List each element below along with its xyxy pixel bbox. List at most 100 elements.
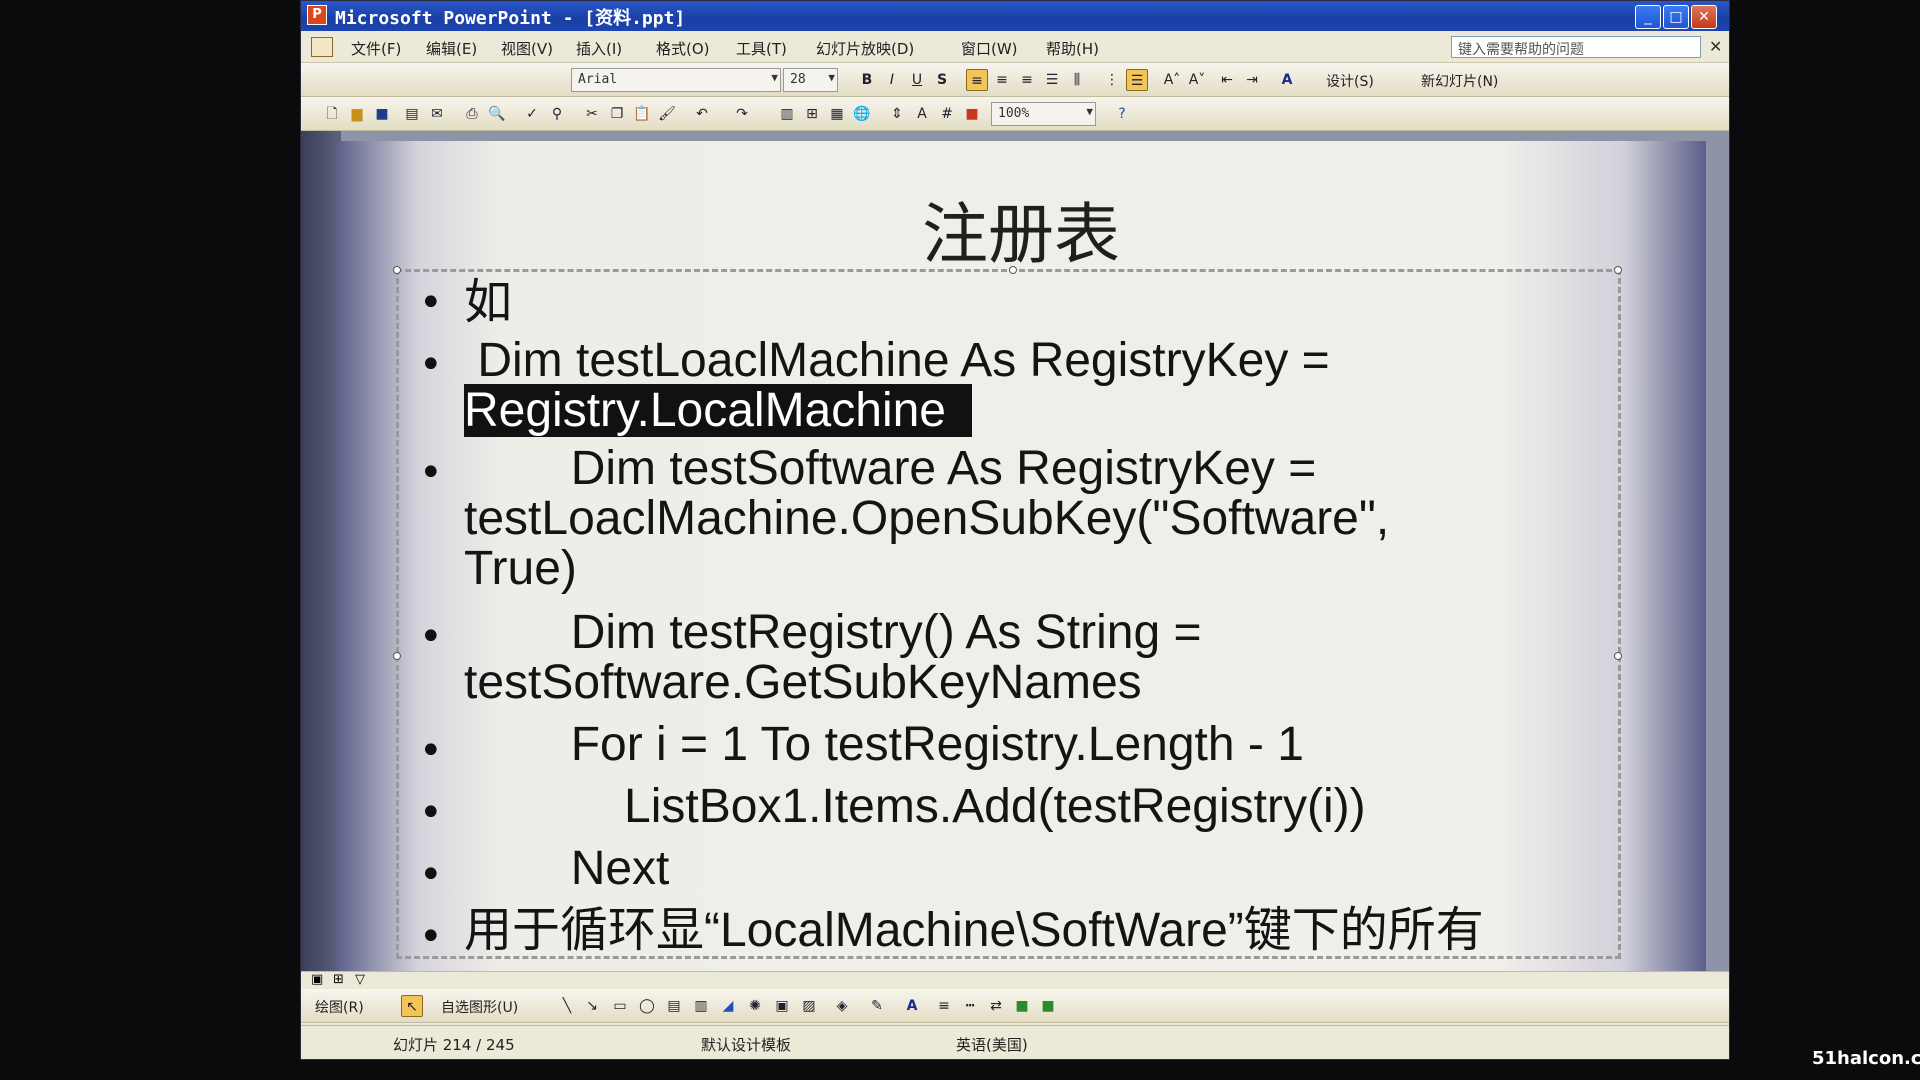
diagram-icon[interactable]: ✺ <box>744 995 766 1017</box>
print-icon[interactable]: ⎙ <box>461 103 483 125</box>
grid-icon[interactable]: # <box>936 103 958 125</box>
design-button[interactable]: 设计(S) <box>1326 71 1374 91</box>
draw-menu-button[interactable]: 绘图(R) <box>315 997 364 1017</box>
hyperlink-icon[interactable]: 🌐 <box>851 103 873 125</box>
zoom-combo[interactable]: 100% ▼ <box>991 102 1096 126</box>
title-bar[interactable]: P Microsoft PowerPoint - [资料.ppt] _ □ ✕ <box>301 1 1729 31</box>
expand-all-icon[interactable]: ⇕ <box>886 103 908 125</box>
shadow-button[interactable]: S <box>931 69 953 91</box>
textbox-icon[interactable]: ▤ <box>663 995 685 1017</box>
email-icon[interactable]: ✉ <box>426 103 448 125</box>
underline-button[interactable]: U <box>906 69 928 91</box>
italic-button[interactable]: I <box>881 69 903 91</box>
arrow-style-icon[interactable]: ⇄ <box>985 995 1007 1017</box>
body-placeholder[interactable]: • 如 • Dim testLoaclMachine As RegistryKe… <box>393 266 1622 960</box>
menu-edit[interactable]: 编辑(E) <box>426 38 477 59</box>
sorter-view-icon[interactable]: ⊞ <box>333 972 344 987</box>
line-icon[interactable]: ╲ <box>556 995 578 1017</box>
close-button[interactable]: ✕ <box>1691 5 1717 29</box>
slide-line[interactable]: Dim testLoaclMachine As RegistryKey = <box>464 336 1329 385</box>
menu-insert[interactable]: 插入(I) <box>576 38 622 59</box>
menu-tools[interactable]: 工具(T) <box>736 38 787 59</box>
slide-line[interactable]: ListBox1.Items.Add(testRegistry(i)) <box>464 782 1366 831</box>
draw-font-color-icon[interactable]: A <box>901 995 923 1017</box>
slide-title[interactable]: 注册表 <box>336 181 1706 277</box>
slide-line[interactable]: testLoaclMachine.OpenSubKey("Software", <box>464 494 1389 543</box>
dash-style-icon[interactable]: ┅ <box>959 995 981 1017</box>
select-arrow-icon[interactable]: ↖ <box>401 995 423 1017</box>
font-name-combo[interactable]: Arial ▼ <box>571 68 781 92</box>
print-preview-icon[interactable]: 🔍 <box>486 103 508 125</box>
slideshow-view-icon[interactable]: ▽ <box>355 972 365 987</box>
font-color-icon[interactable]: A <box>1276 69 1298 91</box>
align-center-icon[interactable]: ≡ <box>991 69 1013 91</box>
align-left-icon[interactable]: ≡ <box>966 69 988 91</box>
slide-line[interactable]: Next <box>464 844 670 893</box>
insert-table-icon[interactable]: ⊞ <box>801 103 823 125</box>
menu-view[interactable]: 视图(V) <box>501 38 553 59</box>
slide-line[interactable]: testSoftware.GetSubKeyNames <box>464 658 1142 707</box>
maximize-button[interactable]: □ <box>1663 5 1689 29</box>
line-color-icon[interactable]: ✎ <box>866 995 888 1017</box>
bullets-icon[interactable]: ☰ <box>1126 69 1148 91</box>
bold-button[interactable]: B <box>856 69 878 91</box>
arrow-icon[interactable]: ↘ <box>581 995 603 1017</box>
menu-slideshow[interactable]: 幻灯片放映(D) <box>816 38 914 59</box>
slide-line[interactable]: True) <box>464 544 577 593</box>
resize-handle[interactable] <box>1614 266 1622 274</box>
cut-icon[interactable]: ✂ <box>581 103 603 125</box>
save-icon[interactable]: ■ <box>371 103 393 125</box>
insert-chart-icon[interactable]: ▥ <box>776 103 798 125</box>
color-grayscale-icon[interactable]: ■ <box>961 103 983 125</box>
resize-handle[interactable] <box>1614 652 1622 660</box>
new-slide-button[interactable]: 新幻灯片(N) <box>1421 71 1498 91</box>
increase-indent-icon[interactable]: ⇥ <box>1241 69 1263 91</box>
spelling-icon[interactable]: ✓ <box>521 103 543 125</box>
clipart-icon[interactable]: ▣ <box>771 995 793 1017</box>
copy-icon[interactable]: ❐ <box>606 103 628 125</box>
resize-handle[interactable] <box>393 652 401 660</box>
wordart-icon[interactable]: ◢ <box>717 995 739 1017</box>
permission-icon[interactable]: ▤ <box>401 103 423 125</box>
document-icon[interactable] <box>311 37 333 57</box>
picture-icon[interactable]: ▨ <box>798 995 820 1017</box>
paste-icon[interactable]: 📋 <box>631 103 653 125</box>
3d-style-icon[interactable]: ■ <box>1037 995 1059 1017</box>
help-icon[interactable]: ? <box>1111 103 1133 125</box>
format-painter-icon[interactable]: 🖌 <box>656 103 678 125</box>
decrease-font-icon[interactable]: A˅ <box>1186 69 1208 91</box>
increase-font-icon[interactable]: A˄ <box>1161 69 1183 91</box>
open-folder-icon[interactable]: ▆ <box>346 103 368 125</box>
minimize-button[interactable]: _ <box>1635 5 1661 29</box>
redo-icon[interactable]: ↷ <box>731 103 753 125</box>
slide-line[interactable]: 用于循环显“LocalMachine\SoftWare”键下的所有 <box>464 906 1484 955</box>
fill-color-icon[interactable]: ◈ <box>831 995 853 1017</box>
numbering-icon[interactable]: ⋮ <box>1101 69 1123 91</box>
slide-line[interactable]: Dim testSoftware As RegistryKey = <box>464 444 1317 493</box>
font-size-combo[interactable]: 28 ▼ <box>783 68 838 92</box>
show-formatting-icon[interactable]: A <box>911 103 933 125</box>
oval-icon[interactable]: ◯ <box>636 995 658 1017</box>
slide-line[interactable]: For i = 1 To testRegistry.Length - 1 <box>464 720 1304 769</box>
slide-line[interactable]: Dim testRegistry() As String = <box>464 608 1202 657</box>
decrease-indent-icon[interactable]: ⇤ <box>1216 69 1238 91</box>
research-icon[interactable]: ⚲ <box>546 103 568 125</box>
normal-view-icon[interactable]: ▣ <box>311 972 323 987</box>
tables-borders-icon[interactable]: ▦ <box>826 103 848 125</box>
line-style-icon[interactable]: ≡ <box>933 995 955 1017</box>
menu-window[interactable]: 窗口(W) <box>961 38 1018 59</box>
menu-format[interactable]: 格式(O) <box>656 38 710 59</box>
align-right-icon[interactable]: ≡ <box>1016 69 1038 91</box>
close-document-icon[interactable]: ✕ <box>1709 37 1722 56</box>
resize-handle[interactable] <box>1009 266 1017 274</box>
menu-file[interactable]: 文件(F) <box>351 38 401 59</box>
rectangle-icon[interactable]: ▭ <box>609 995 631 1017</box>
vertical-textbox-icon[interactable]: ▥ <box>690 995 712 1017</box>
shadow-style-icon[interactable]: ■ <box>1011 995 1033 1017</box>
menu-help[interactable]: 帮助(H) <box>1046 38 1099 59</box>
justify-icon[interactable]: ☰ <box>1041 69 1063 91</box>
slide-canvas[interactable]: 注册表 • 如 • Dim testLoaclMachine As Regist… <box>336 141 1706 971</box>
undo-icon[interactable]: ↶ <box>691 103 713 125</box>
autoshapes-button[interactable]: 自选图形(U) <box>441 997 518 1017</box>
help-search-input[interactable]: 键入需要帮助的问题 <box>1451 36 1701 58</box>
